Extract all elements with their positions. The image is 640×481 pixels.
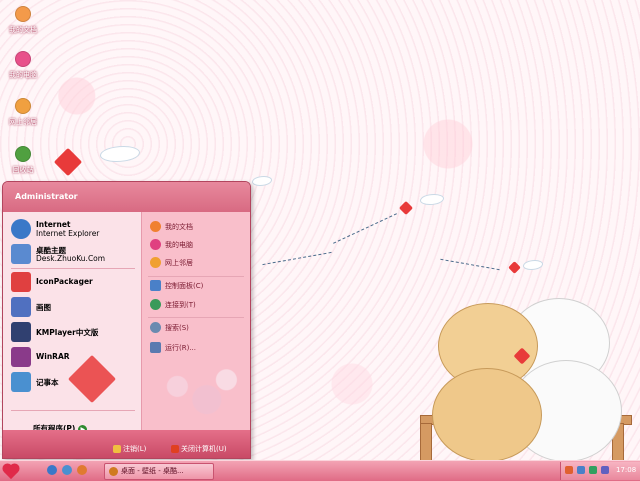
divider <box>148 317 244 318</box>
program-title: Internet <box>36 220 71 229</box>
program-label: WinRAR <box>36 352 70 361</box>
divider <box>11 410 135 411</box>
internet-explorer-icon <box>11 219 31 239</box>
zhuoku-theme-icon <box>11 244 31 264</box>
program-paint[interactable]: 画图 <box>11 296 139 318</box>
notepad-icon <box>11 372 31 392</box>
system-label: 搜索(S) <box>165 324 189 332</box>
tray-network-icon[interactable] <box>577 466 585 474</box>
program-zhuoku-theme[interactable]: 桌酷主题 Desk.ZhuoKu.Com <box>11 243 139 265</box>
taskbar: 桌面 - 壁纸 - 桌酷... 17:08 <box>0 460 640 481</box>
winrar-icon <box>11 347 31 367</box>
place-my-computer[interactable]: 我的电脑 <box>150 238 246 252</box>
heart-icon <box>398 200 414 216</box>
program-subtitle: Internet Explorer <box>36 229 100 238</box>
wing-decoration <box>252 176 272 186</box>
desktop-icon-my-computer[interactable]: 我的电脑 <box>4 51 42 80</box>
start-menu: Administrator Internet Internet Explorer… <box>2 181 251 459</box>
system-label: 控制面板(C) <box>165 282 204 290</box>
start-menu-footer: 注销(L) 关闭计算机(U) <box>3 430 250 458</box>
wing-decoration <box>100 146 140 162</box>
divider <box>148 276 244 277</box>
my-documents-icon <box>150 221 161 232</box>
program-iconpackager[interactable]: IconPackager <box>11 271 139 293</box>
logoff-label: 注销(L) <box>123 445 147 453</box>
key-icon <box>113 445 121 453</box>
my-documents-icon <box>15 6 31 22</box>
my-computer-icon <box>15 51 31 67</box>
flight-path <box>333 213 397 244</box>
run-icon <box>150 342 161 353</box>
tray-security-icon[interactable] <box>589 466 597 474</box>
program-winrar[interactable]: WinRAR <box>11 346 139 368</box>
start-menu-header: Administrator <box>3 182 250 212</box>
desktop-icon-label: 回收站 <box>12 166 34 174</box>
bench-leg <box>420 423 432 461</box>
system-control-panel[interactable]: 控制面板(C) <box>150 279 246 293</box>
program-label: 记事本 <box>36 378 59 387</box>
program-label: IconPackager <box>36 277 93 286</box>
flight-path <box>262 251 332 266</box>
taskbar-window-label: 桌面 - 壁纸 - 桌酷... <box>121 467 184 475</box>
network-icon <box>150 257 161 268</box>
tray-volume-icon[interactable] <box>601 466 609 474</box>
system-label: 连接到(T) <box>165 301 196 309</box>
quick-launch-ie-icon[interactable] <box>47 465 57 475</box>
browser-icon <box>109 466 118 476</box>
quick-launch-desktop-icon[interactable] <box>62 465 72 475</box>
program-label: 画图 <box>36 303 51 312</box>
system-connect[interactable]: 连接到(T) <box>150 298 246 312</box>
heart-icon <box>508 261 521 274</box>
system-tray: 17:08 <box>560 462 640 480</box>
connect-icon <box>150 299 161 310</box>
system-label: 运行(R)... <box>165 344 197 352</box>
wing-decoration <box>523 260 543 270</box>
desktop-icon-network[interactable]: 网上邻居 <box>4 98 42 127</box>
desktop-icon-recycle-bin[interactable]: 回收站 <box>4 146 42 175</box>
desktop-icon-label: 我的文档 <box>9 26 37 34</box>
start-menu-places: 我的文档 我的电脑 网上邻居 控制面板(C) 连接到(T) 搜索(S) 运行(R… <box>141 212 250 430</box>
tray-app-icon[interactable] <box>565 466 573 474</box>
shutdown-label: 关闭计算机(U) <box>181 445 227 453</box>
logoff-button[interactable]: 注销(L) <box>113 444 146 456</box>
place-label: 我的文档 <box>165 223 193 231</box>
brown-bear-body <box>432 368 542 462</box>
network-icon <box>15 98 31 114</box>
search-icon <box>150 322 161 333</box>
kmplayer-icon <box>11 322 31 342</box>
taskbar-window-button[interactable]: 桌面 - 壁纸 - 桌酷... <box>104 463 214 480</box>
recycle-bin-icon <box>15 146 31 162</box>
place-my-documents[interactable]: 我的文档 <box>150 220 246 234</box>
clock[interactable]: 17:08 <box>616 466 636 474</box>
shutdown-button[interactable]: 关闭计算机(U) <box>171 444 227 456</box>
flight-path <box>440 258 500 271</box>
quick-launch-media-icon[interactable] <box>77 465 87 475</box>
program-kmplayer[interactable]: KMPlayer中文版 <box>11 321 139 343</box>
start-button[interactable] <box>1 462 23 480</box>
place-label: 网上邻居 <box>165 259 193 267</box>
program-label: KMPlayer中文版 <box>36 328 99 337</box>
iconpackager-icon <box>11 272 31 292</box>
place-network[interactable]: 网上邻居 <box>150 256 246 270</box>
heart-icon <box>3 464 19 480</box>
control-panel-icon <box>150 280 161 291</box>
divider <box>11 268 135 269</box>
desktop-icon-label: 我的电脑 <box>9 71 37 79</box>
flower-decoration <box>148 360 246 426</box>
heart-icon <box>53 147 83 177</box>
system-search[interactable]: 搜索(S) <box>150 321 246 335</box>
my-computer-icon <box>150 239 161 250</box>
program-subtitle: Desk.ZhuoKu.Com <box>36 254 106 263</box>
power-icon <box>171 445 179 453</box>
paint-icon <box>11 297 31 317</box>
program-internet-explorer[interactable]: Internet Internet Explorer <box>11 218 139 240</box>
place-label: 我的电脑 <box>165 241 193 249</box>
wing-decoration <box>420 194 444 205</box>
system-run[interactable]: 运行(R)... <box>150 341 246 355</box>
desktop-icon-my-documents[interactable]: 我的文档 <box>4 6 42 35</box>
user-name: Administrator <box>15 192 78 201</box>
desktop-icon-label: 网上邻居 <box>9 118 37 126</box>
start-menu-programs: Internet Internet Explorer 桌酷主题 Desk.Zhu… <box>3 212 141 430</box>
